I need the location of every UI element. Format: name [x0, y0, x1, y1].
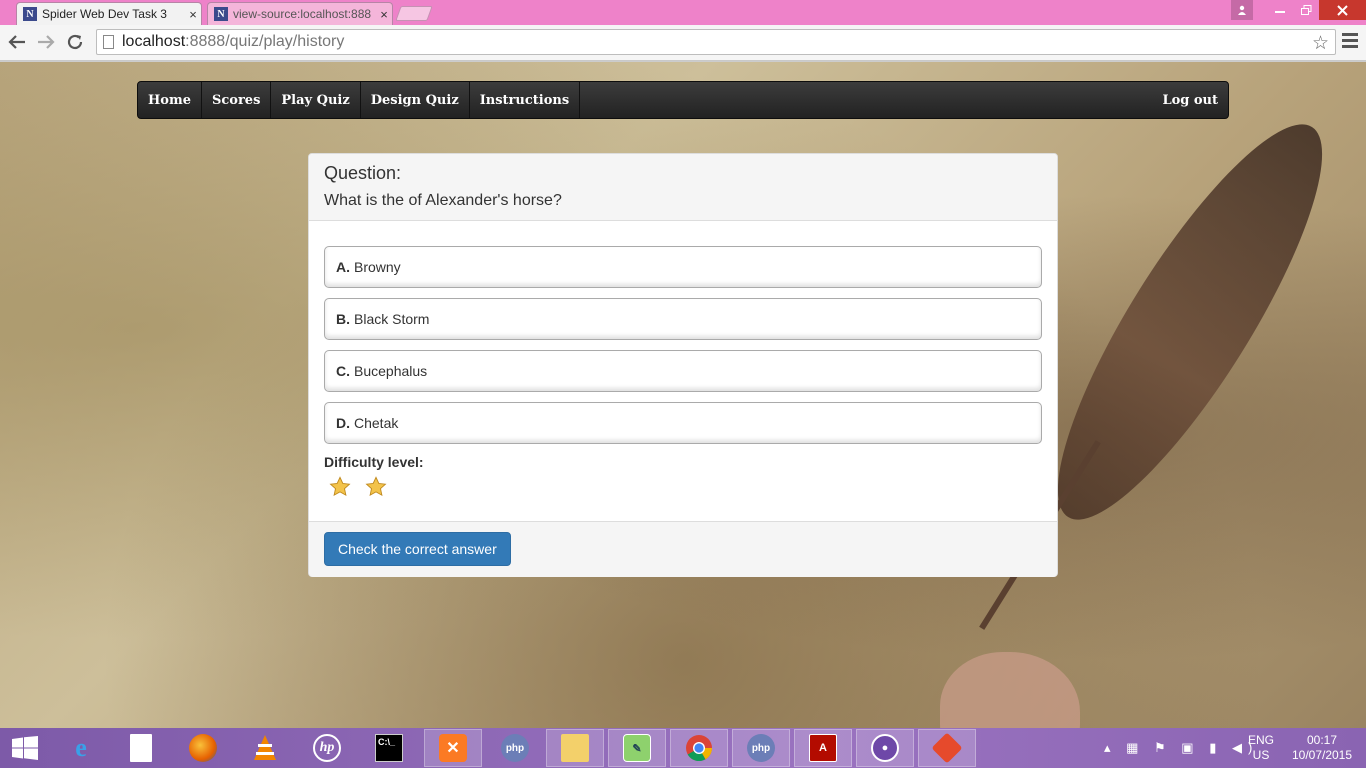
url-path: :8888/quiz/play/history [185, 33, 345, 50]
option-letter: D. [336, 415, 350, 431]
option-a[interactable]: A. Browny [324, 246, 1042, 288]
quiz-panel: Question: What is the of Alexander's hor… [308, 153, 1058, 577]
hp-icon[interactable]: hp [298, 729, 356, 767]
option-letter: B. [336, 311, 350, 327]
explorer-icon[interactable] [546, 729, 604, 767]
hand-background [940, 652, 1080, 728]
restore-icon[interactable] [1293, 0, 1319, 20]
nav-scores[interactable]: Scores [202, 82, 272, 118]
nav-play-quiz[interactable]: Play Quiz [271, 82, 361, 118]
question-text: What is the of Alexander's horse? [324, 192, 562, 209]
clock-time: 00:17 [1306, 733, 1338, 747]
notepad-favicon-icon: N [23, 7, 37, 21]
ie-icon[interactable]: e [52, 729, 110, 767]
user-profile-icon[interactable] [1231, 0, 1253, 20]
difficulty-label: Difficulty level: [324, 454, 424, 470]
browser-toolbar: localhost:8888/quiz/play/history ☆ [0, 25, 1366, 61]
notepadpp-icon[interactable]: ✎ [608, 729, 666, 767]
page-viewport: Home Scores Play Quiz Design Quiz Instru… [0, 62, 1366, 728]
xampp-icon[interactable]: ✕ [424, 729, 482, 767]
git-icon[interactable] [918, 729, 976, 767]
option-text: Black Storm [354, 311, 430, 327]
back-icon[interactable] [6, 31, 28, 53]
browser-tabstrip: N Spider Web Dev Task 3 × N view-source:… [0, 0, 1366, 25]
nav-logout[interactable]: Log out [1152, 82, 1228, 118]
question-heading: Question: What is the of Alexander's hor… [309, 154, 1057, 221]
reload-icon[interactable] [64, 31, 86, 53]
url-host: localhost [122, 33, 186, 50]
option-letter: A. [336, 259, 350, 275]
notepad-favicon-icon: N [214, 7, 228, 21]
close-tab-icon[interactable]: × [185, 7, 201, 22]
nav-home[interactable]: Home [138, 82, 202, 118]
navbar-spacer [580, 82, 1152, 118]
option-text: Browny [354, 259, 401, 275]
answer-options: A. Browny B. Black Storm C. Bucephalus D… [309, 221, 1057, 498]
nav-instructions[interactable]: Instructions [470, 82, 581, 118]
forward-icon[interactable] [35, 31, 57, 53]
vlc-icon[interactable] [236, 729, 294, 767]
nav-design-quiz[interactable]: Design Quiz [361, 82, 470, 118]
new-tab-button[interactable] [395, 6, 433, 21]
option-c[interactable]: C. Bucephalus [324, 350, 1042, 392]
check-answer-button[interactable]: Check the correct answer [324, 532, 511, 566]
difficulty-stars [324, 476, 1042, 498]
cmd-icon[interactable]: C:\_ [360, 729, 418, 767]
language-indicator[interactable]: ENG US [1246, 733, 1276, 763]
close-window-icon[interactable] [1319, 0, 1366, 20]
main-navbar: Home Scores Play Quiz Design Quiz Instru… [137, 81, 1229, 119]
tab-title: view-source:localhost:888 [233, 7, 372, 21]
tab-spider-web-dev[interactable]: N Spider Web Dev Task 3 × [16, 2, 202, 25]
option-d[interactable]: D. Chetak [324, 402, 1042, 444]
option-b[interactable]: B. Black Storm [324, 298, 1042, 340]
tab-title: Spider Web Dev Task 3 [42, 7, 167, 21]
tab-view-source[interactable]: N view-source:localhost:888 × [207, 2, 393, 25]
bookmark-star-icon[interactable]: ☆ [1312, 32, 1329, 55]
clock-date: 10/07/2015 [1291, 748, 1353, 762]
panel-footer: Check the correct answer [309, 521, 1057, 577]
star-icon [329, 476, 351, 497]
chrome-menu-icon[interactable] [1342, 33, 1358, 51]
tray-icons[interactable]: ▴ ▦ ⚑ ▣ ▮ ◀) [1104, 740, 1258, 756]
windows-taskbar: e hp C:\_ ✕ php ✎ php A ● ▴ ▦ ⚑ ▣ ▮ ◀) E… [0, 728, 1366, 768]
option-text: Bucephalus [354, 363, 428, 379]
php-icon[interactable]: php [486, 729, 544, 767]
window-controls [1231, 0, 1366, 20]
region-code: US [1252, 748, 1270, 762]
language-code: ENG [1247, 733, 1274, 747]
page-icon [103, 35, 114, 49]
start-icon[interactable] [0, 729, 50, 767]
chrome-icon[interactable] [670, 729, 728, 767]
minimize-icon[interactable] [1267, 0, 1293, 20]
option-letter: C. [336, 363, 350, 379]
question-label: Question: [324, 163, 402, 183]
file-icon[interactable] [112, 729, 170, 767]
star-icon [365, 476, 387, 497]
firefox-icon[interactable] [174, 729, 232, 767]
github-icon[interactable]: ● [856, 729, 914, 767]
clock[interactable]: 00:17 10/07/2015 [1286, 733, 1358, 763]
address-bar[interactable]: localhost:8888/quiz/play/history ☆ [96, 29, 1336, 55]
close-tab-icon[interactable]: × [376, 7, 392, 22]
option-text: Chetak [354, 415, 399, 431]
acrobat-icon[interactable]: A [794, 729, 852, 767]
phpstorm-icon[interactable]: php [732, 729, 790, 767]
